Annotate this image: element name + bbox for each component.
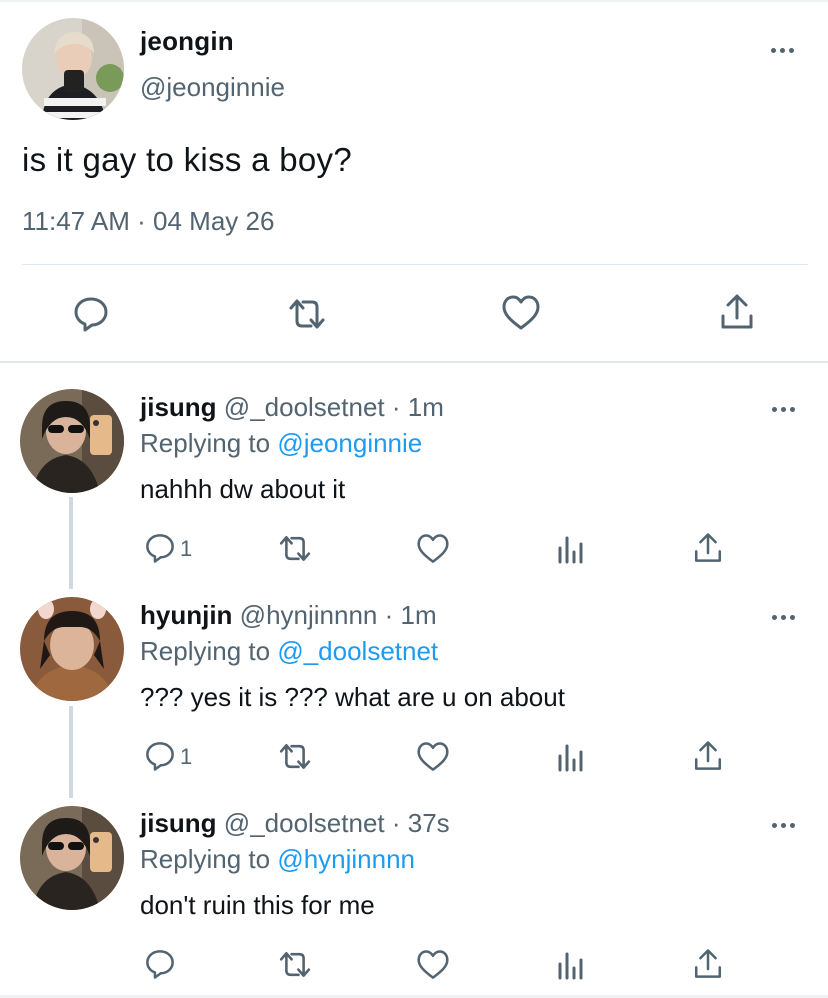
display-name[interactable]: jeongin (140, 26, 234, 57)
display-name[interactable]: jisung (140, 392, 217, 422)
replying-label: Replying to (140, 636, 271, 666)
display-name[interactable]: jisung (140, 808, 217, 838)
more-options-icon[interactable] (772, 404, 800, 414)
more-options-icon[interactable] (772, 820, 800, 830)
retweet-icon[interactable] (276, 741, 314, 772)
share-icon[interactable] (692, 531, 724, 565)
analytics-icon[interactable] (556, 534, 586, 564)
avatar[interactable] (22, 18, 124, 120)
share-icon[interactable] (718, 292, 756, 332)
reply-text: ??? yes it is ??? what are u on about (140, 682, 565, 712)
reply-header: hyunjin @hynjinnnn · 1m (140, 600, 437, 631)
reply-text: don't ruin this for me (140, 890, 375, 920)
display-name[interactable]: hyunjin (140, 600, 232, 630)
analytics-icon[interactable] (556, 950, 586, 980)
replying-to: Replying to @hynjinnnn (140, 844, 415, 875)
mention-link[interactable]: @_doolsetnet (277, 636, 438, 666)
replying-to: Replying to @_doolsetnet (140, 636, 438, 667)
reply-count: 1 (180, 744, 193, 769)
like-icon[interactable] (415, 741, 451, 773)
reply-meta: @_doolsetnet · 37s (223, 808, 450, 838)
more-options-icon[interactable] (771, 45, 799, 55)
share-icon[interactable] (692, 947, 724, 981)
thread-line (69, 706, 73, 798)
analytics-icon[interactable] (556, 742, 586, 772)
like-icon[interactable] (500, 294, 542, 332)
tweet-timestamp[interactable]: 11:47 AM · 04 May 26 (22, 206, 274, 237)
like-icon[interactable] (415, 533, 451, 565)
retweet-icon[interactable] (276, 949, 314, 980)
thread-line (69, 497, 73, 589)
mention-link[interactable]: @jeonginnie (277, 428, 422, 458)
avatar[interactable] (20, 806, 124, 910)
tweet-text: is it gay to kiss a boy? (22, 141, 353, 178)
reply-meta: @hynjinnnn · 1m (239, 600, 437, 630)
more-options-icon[interactable] (772, 612, 800, 622)
replying-to: Replying to @jeonginnie (140, 428, 422, 459)
like-icon[interactable] (415, 949, 451, 981)
reply-header: jisung @_doolsetnet · 1m (140, 392, 444, 423)
share-icon[interactable] (692, 739, 724, 773)
replying-label: Replying to (140, 844, 271, 874)
mention-link[interactable]: @hynjinnnn (277, 844, 415, 874)
reply-icon[interactable] (144, 532, 176, 564)
section-divider (0, 361, 828, 363)
avatar[interactable] (20, 597, 124, 701)
top-border (0, 0, 828, 2)
divider (22, 264, 808, 265)
reply-meta: @_doolsetnet · 1m (223, 392, 444, 422)
retweet-icon[interactable] (285, 296, 329, 332)
reply-count: 1 (180, 536, 193, 561)
reply-text: nahhh dw about it (140, 474, 346, 504)
avatar[interactable] (20, 389, 124, 493)
reply-icon[interactable] (72, 295, 110, 333)
reply-header: jisung @_doolsetnet · 37s (140, 808, 450, 839)
user-handle[interactable]: @jeonginnie (140, 72, 285, 103)
replying-label: Replying to (140, 428, 271, 458)
reply-icon[interactable] (144, 740, 176, 772)
retweet-icon[interactable] (276, 533, 314, 564)
reply-icon[interactable] (144, 948, 176, 980)
